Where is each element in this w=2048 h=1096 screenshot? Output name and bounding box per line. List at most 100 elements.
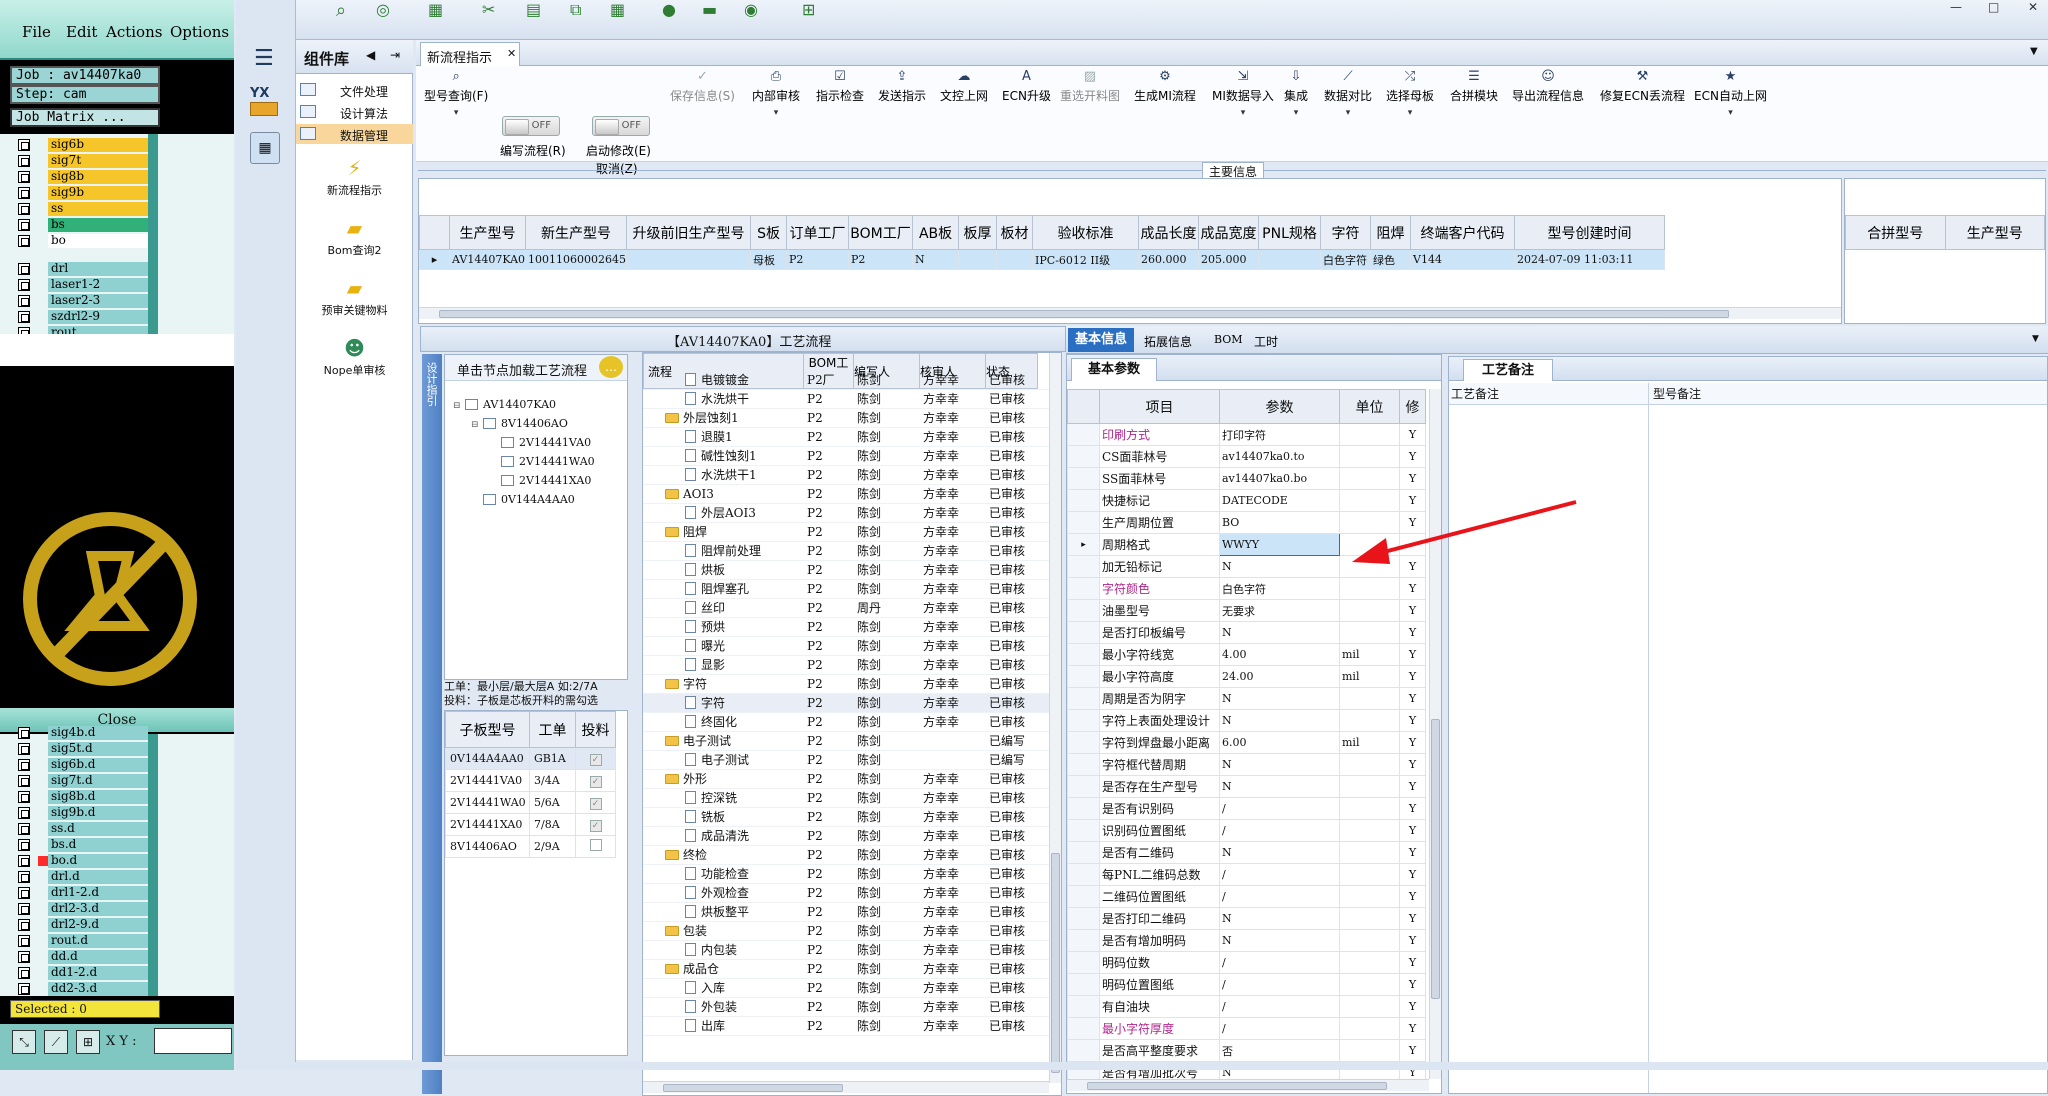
panel-dropdown-icon[interactable]: ▼ xyxy=(2032,334,2039,344)
main-info-cell[interactable]: IPC-6012 II级 xyxy=(1032,249,1140,270)
main-info-cell[interactable]: N xyxy=(912,249,960,270)
main-info-col-header[interactable]: 阻焊 xyxy=(1370,215,1412,250)
main-info-col-header[interactable]: S板 xyxy=(750,215,788,250)
component-big-item[interactable]: ▰ 预审关键物料 xyxy=(296,274,413,330)
close-icon[interactable]: ✕ xyxy=(2028,0,2038,14)
flow-row[interactable]: 成品仓 P2 陈剑 方幸幸 已审核 xyxy=(643,960,1049,979)
layer-row[interactable]: drl.d xyxy=(18,870,148,884)
flow-row[interactable]: 字符 P2 陈剑 方幸幸 已审核 xyxy=(643,675,1049,694)
tree-node[interactable]: 2V14441XA0 xyxy=(489,471,591,490)
windows-icon[interactable]: ⊞ xyxy=(802,0,815,19)
layer-checkbox[interactable] xyxy=(18,919,30,931)
apps-icon[interactable]: ▦ xyxy=(610,0,625,19)
layer-checkbox[interactable] xyxy=(18,743,30,755)
layer-row[interactable]: dd.d xyxy=(18,950,148,964)
node-checkbox[interactable] xyxy=(465,399,478,410)
component-item[interactable]: 设计算法 xyxy=(296,102,413,122)
menu-edit[interactable]: Edit xyxy=(66,23,97,41)
mi-data-import-button[interactable]: ⇲ MI数据导入 ▾ xyxy=(1212,70,1274,119)
node-checkbox[interactable] xyxy=(501,456,514,467)
node-checkbox[interactable] xyxy=(483,418,496,429)
select-mother-board-button[interactable]: ⤮ 选择母板 ▾ xyxy=(1386,70,1434,119)
main-info-col-header[interactable]: 字符 xyxy=(1320,215,1372,250)
model-query-button[interactable]: ⌕ 型号查询(F) ▾ xyxy=(424,70,488,119)
table-row[interactable]: 8V14406AO 2/9A xyxy=(445,835,616,858)
layer-row[interactable]: ss.d xyxy=(18,822,148,836)
param-value[interactable]: 24.00 xyxy=(1219,665,1340,688)
minimize-icon[interactable]: — xyxy=(1950,0,1962,14)
tab-bom[interactable]: BOM xyxy=(1214,333,1243,346)
layer-row[interactable]: szdrl2-9 xyxy=(18,310,148,324)
flow-row[interactable]: 铣板 P2 陈剑 方幸幸 已审核 xyxy=(643,808,1049,827)
layer-row[interactable]: sig8b.d xyxy=(18,790,148,804)
table-row[interactable]: 0V144A4AA0 GB1A ✓ xyxy=(445,747,616,770)
reselect-cut-chart-button[interactable]: ▨ 重选开料图 xyxy=(1060,70,1120,104)
maximize-icon[interactable]: □ xyxy=(1988,0,1999,14)
flow-row[interactable]: 终固化 P2 陈剑 方幸幸 已审核 xyxy=(643,713,1049,732)
flow-row[interactable]: 内包装 P2 陈剑 方幸幸 已审核 xyxy=(643,941,1049,960)
param-row[interactable]: 是否存在生产型号 N Y xyxy=(1067,775,1426,798)
node-checkbox[interactable] xyxy=(483,494,496,505)
layer-checkbox[interactable] xyxy=(18,839,30,851)
internal-review-button[interactable]: ⎙ 内部审核 ▾ xyxy=(752,70,800,119)
layer-row[interactable]: sig8b xyxy=(18,170,148,184)
layer-checkbox[interactable] xyxy=(18,983,30,995)
flow-row[interactable]: 退膜1 P2 陈剑 方幸幸 已审核 xyxy=(643,428,1049,447)
param-value[interactable]: / xyxy=(1219,995,1340,1018)
tab-new-flow[interactable]: 新流程指示 ✕ xyxy=(420,42,520,66)
yx-logo-icon[interactable]: YX xyxy=(250,86,282,120)
save-info-button[interactable]: ✓ 保存信息(S) xyxy=(670,70,735,104)
merge-module-button[interactable]: ☰ 合拼模块 xyxy=(1450,70,1498,104)
tree-expander-icon[interactable]: ⊟ xyxy=(453,397,465,416)
layer-checkbox[interactable] xyxy=(18,219,30,231)
param-value[interactable]: 4.00 xyxy=(1219,643,1340,666)
flow-row[interactable]: 外包装 P2 陈剑 方幸幸 已审核 xyxy=(643,998,1049,1017)
main-info-cell[interactable] xyxy=(626,249,752,270)
tree-node[interactable]: 2V14441WA0 xyxy=(489,452,595,471)
flow-row[interactable]: 入库 P2 陈剑 方幸幸 已审核 xyxy=(643,979,1049,998)
instruction-check-button[interactable]: ☑ 指示检查 xyxy=(816,70,864,104)
layer-row[interactable]: bs xyxy=(18,218,148,232)
param-row[interactable]: 明码位数 / Y xyxy=(1067,951,1426,974)
scissors-icon[interactable]: ✂ xyxy=(482,0,495,19)
layer-row[interactable]: dd1-2.d xyxy=(18,966,148,980)
feed-checkbox[interactable]: ✓ xyxy=(589,775,602,788)
param-row[interactable]: 二维码位置图纸 / Y xyxy=(1067,885,1426,908)
component-big-item[interactable]: ▰ Bom查询2 xyxy=(296,214,413,270)
main-info-cell[interactable]: P2 xyxy=(786,249,850,270)
param-value[interactable]: 打印字符 xyxy=(1219,423,1340,446)
flow-row[interactable]: 功能检查 P2 陈剑 方幸幸 已审核 xyxy=(643,865,1049,884)
flow-row[interactable]: 水洗烘干 P2 陈剑 方幸幸 已审核 xyxy=(643,390,1049,409)
subtab-basic-params[interactable]: 基本参数 xyxy=(1071,358,1157,381)
export-flow-info-button[interactable]: ☺ 导出流程信息 xyxy=(1512,70,1584,104)
collapse-left-icon[interactable]: ◀ xyxy=(366,48,375,62)
cam-canvas[interactable] xyxy=(0,366,234,706)
tree-expander-icon[interactable]: ⊟ xyxy=(471,416,483,435)
layer-row[interactable]: sig6b.d xyxy=(18,758,148,772)
param-value[interactable]: N xyxy=(1219,907,1340,930)
pin-icon[interactable]: ⇥ xyxy=(390,48,400,62)
main-info-cell[interactable]: 260.000 xyxy=(1138,249,1200,270)
main-info-col-header[interactable]: 成品宽度 xyxy=(1198,215,1260,250)
flow-row[interactable]: 电子测试 P2 陈剑 已编写 xyxy=(643,732,1049,751)
flow-row[interactable]: 外观检查 P2 陈剑 方幸幸 已审核 xyxy=(643,884,1049,903)
param-value[interactable]: N xyxy=(1219,841,1340,864)
flow-row[interactable]: 预烘 P2 陈剑 方幸幸 已审核 xyxy=(643,618,1049,637)
flow-row[interactable]: 成品清洗 P2 陈剑 方幸幸 已审核 xyxy=(643,827,1049,846)
layer-checkbox[interactable] xyxy=(18,727,30,739)
measure-icon[interactable]: ⟋ xyxy=(44,1030,68,1054)
feed-checkbox[interactable]: ✓ xyxy=(589,753,602,766)
flow-row[interactable]: 水洗烘干1 P2 陈剑 方幸幸 已审核 xyxy=(643,466,1049,485)
flow-row[interactable]: 电镀镀金 P2 陈剑 方幸幸 已审核 xyxy=(643,371,1049,390)
param-row[interactable]: 是否高平整度要求否 Y xyxy=(1067,1039,1426,1062)
tab-hours[interactable]: 工时 xyxy=(1254,333,1278,350)
param-row[interactable]: 是否有增加明码 N Y xyxy=(1067,929,1426,952)
layer-checkbox[interactable] xyxy=(18,807,30,819)
layer-checkbox[interactable] xyxy=(18,791,30,803)
main-info-col-header[interactable]: 终端客户代码 xyxy=(1410,215,1516,250)
flow-row[interactable]: 终检 P2 陈剑 方幸幸 已审核 xyxy=(643,846,1049,865)
layer-checkbox[interactable] xyxy=(18,903,30,915)
layer-checkbox[interactable] xyxy=(18,235,30,247)
flow-row[interactable]: 显影 P2 陈剑 方幸幸 已审核 xyxy=(643,656,1049,675)
main-info-col-header[interactable]: 型号创建时间 xyxy=(1514,215,1666,250)
